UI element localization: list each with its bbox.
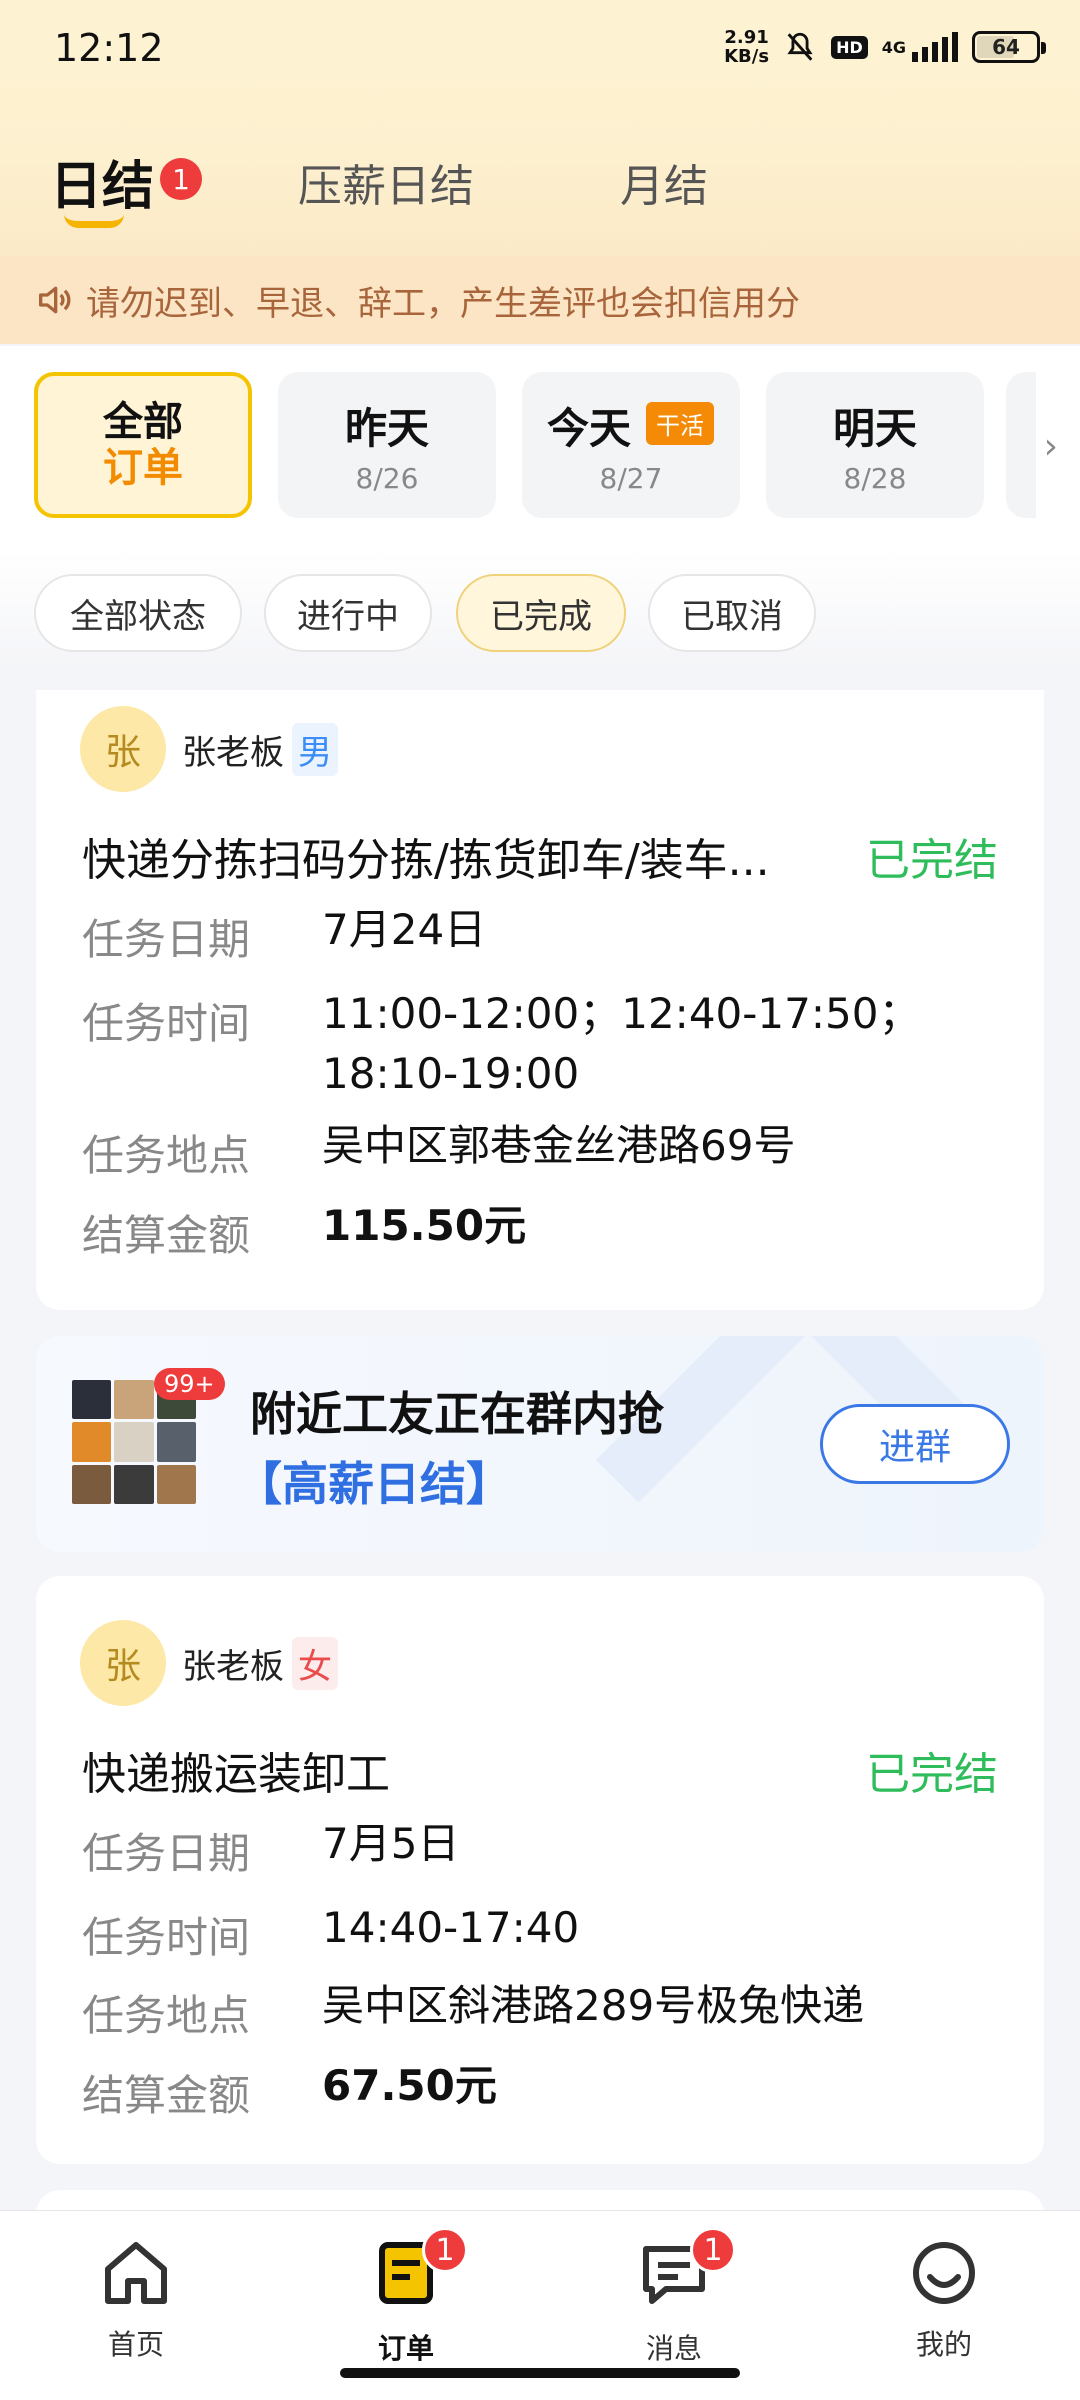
nav-home[interactable]: 首页 (66, 2233, 206, 2363)
network-type: 4G (881, 37, 906, 57)
settlement-amount: 115.50元 (322, 1201, 527, 1250)
boss-row: 张 张老板 男 (80, 706, 338, 792)
status-icons: 2.91 KB/s HD 4G 64 (724, 27, 1046, 67)
network-speed: 2.91 KB/s (724, 27, 770, 67)
job-status: 已完结 (866, 1749, 998, 1800)
chip-all-status[interactable]: 全部状态 (34, 574, 242, 652)
field-label: 任务日期 (82, 915, 251, 964)
boss-name: 张老板 (182, 1646, 284, 1687)
status-filter-row: 全部状态 进行中 已完成 已取消 (0, 550, 1080, 670)
boss-row: 张 张老板 女 (80, 1620, 338, 1706)
job-title: 快递搬运装卸工 (82, 1749, 390, 1800)
gender-tag: 男 (292, 722, 338, 776)
status-bar: 12:12 2.91 KB/s HD 4G 64 (0, 0, 1080, 100)
chip-cancelled[interactable]: 已取消 (648, 574, 816, 652)
order-card[interactable]: 张 张老板 男 快递分拣扫码分拣/拣货卸车/装车... 已完结 任务日期 7月2… (36, 690, 1044, 1310)
boss-name: 张老板 (182, 732, 284, 773)
mute-bell-icon (787, 32, 813, 61)
task-time: 11:00-12:00；12:40-17:50； (322, 989, 921, 1038)
nav-profile[interactable]: 我的 (874, 2233, 1014, 2363)
tab-deferred-daily[interactable]: 压薪日结 (298, 150, 474, 214)
avatar: 张 (80, 706, 166, 792)
field-label: 任务日期 (82, 1829, 251, 1878)
nav-orders[interactable]: 1 订单 (336, 2227, 476, 2367)
task-location: 吴中区郭巷金丝港路69号 (322, 1121, 796, 1170)
home-icon (105, 2242, 167, 2304)
tab-monthly[interactable]: 月结 (620, 150, 708, 214)
field-label: 任务时间 (82, 1913, 251, 1962)
field-label: 任务地点 (82, 1131, 251, 1180)
group-count-badge: 99+ (154, 1368, 225, 1400)
job-status: 已完结 (866, 835, 998, 886)
home-indicator[interactable] (340, 2368, 740, 2378)
orders-badge: 1 (422, 2227, 468, 2273)
task-time-cont: 18:10-19:00 (322, 1049, 580, 1098)
notice-text: 请勿迟到、早退、辞工，产生差评也会扣信用分 (86, 283, 800, 324)
battery-icon: 64 (972, 31, 1046, 63)
banner-title: 附近工友正在群内抢 (250, 1387, 664, 1441)
chevron-right-icon[interactable]: › (1044, 426, 1058, 467)
nav-messages[interactable]: 1 消息 (604, 2227, 744, 2367)
battery-level: 64 (992, 35, 1020, 59)
date-filter-more[interactable] (1006, 372, 1036, 518)
group-banner[interactable]: 99+ 附近工友正在群内抢 【高薪日结】 进群 (36, 1336, 1044, 1552)
tab-daily[interactable]: 日结 (50, 144, 154, 219)
tab-daily-badge: 1 (160, 158, 202, 200)
status-time: 12:12 (54, 26, 164, 70)
task-date: 7月24日 (322, 905, 487, 954)
main-tabs: 日结 1 压薪日结 月结 (0, 140, 1080, 240)
settlement-amount: 67.50元 (322, 2061, 497, 2110)
chip-completed[interactable]: 已完成 (456, 574, 626, 652)
banner-subtitle: 【高薪日结】 (236, 1457, 512, 1511)
speaker-icon (39, 286, 71, 314)
field-label: 结算金额 (82, 1211, 251, 1260)
date-filter-yesterday[interactable]: 昨天 8/26 (278, 372, 496, 518)
job-title: 快递分拣扫码分拣/拣货卸车/装车... (82, 835, 770, 886)
gender-tag: 女 (292, 1636, 338, 1690)
hd-badge: HD (831, 35, 868, 59)
date-filter-all[interactable]: 全部 订单 (34, 372, 252, 518)
field-label: 任务地点 (82, 1991, 251, 2040)
avatar: 张 (80, 1620, 166, 1706)
order-card[interactable]: 张 张老板 女 快递搬运装卸工 已完结 任务日期 7月5日 任务时间 14:40… (36, 1576, 1044, 2164)
date-filter-today[interactable]: 今天 8/27 干活 (522, 372, 740, 518)
field-label: 结算金额 (82, 2071, 251, 2120)
profile-icon (913, 2242, 975, 2304)
task-date: 7月5日 (322, 1819, 460, 1868)
messages-badge: 1 (690, 2227, 736, 2273)
task-time: 14:40-17:40 (322, 1903, 580, 1952)
join-group-button[interactable]: 进群 (820, 1404, 1010, 1484)
chip-in-progress[interactable]: 进行中 (264, 574, 432, 652)
work-tag: 干活 (646, 402, 714, 445)
date-filter-tomorrow[interactable]: 明天 8/28 (766, 372, 984, 518)
task-location: 吴中区斜港路289号极兔快递 (322, 1981, 865, 2030)
signal-icon (912, 32, 958, 62)
notice-bar: 请勿迟到、早退、辞工，产生差评也会扣信用分 (0, 256, 1080, 344)
date-filter-row: 全部 订单 昨天 8/26 今天 8/27 干活 明天 8/28 › (0, 346, 1080, 550)
tab-active-indicator (64, 214, 124, 228)
field-label: 任务时间 (82, 999, 251, 1048)
